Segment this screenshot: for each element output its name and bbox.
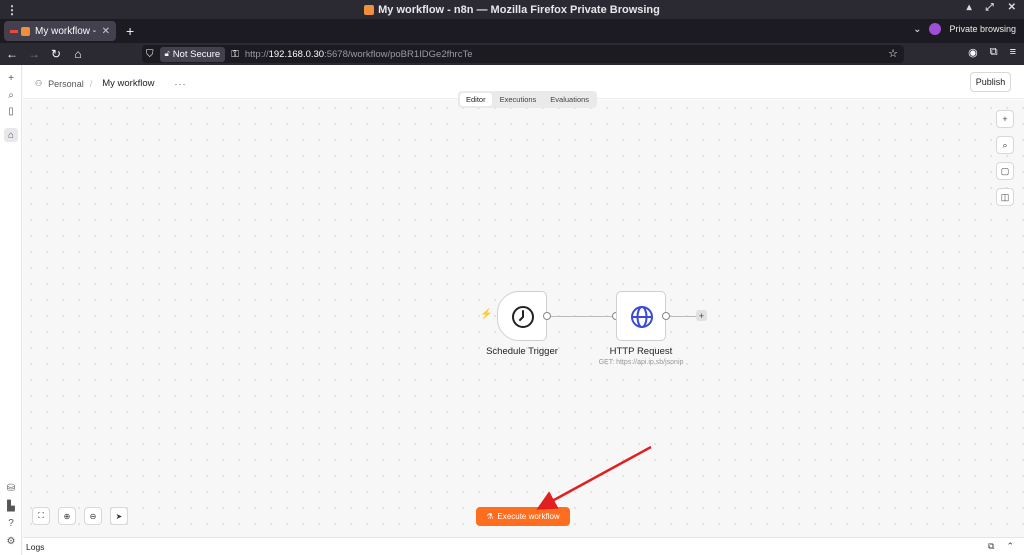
- home-overview-icon[interactable]: ⌂: [4, 128, 18, 142]
- workflow-canvas[interactable]: + ⌕ ▢ ◫ ⚡ + Schedule Trigger HTTP Reques…: [23, 100, 1024, 537]
- extension-icon[interactable]: ◉: [968, 46, 978, 59]
- maximize-icon[interactable]: ⤢: [986, 2, 994, 13]
- logs-actions: ⧉ ⌃: [988, 541, 1014, 552]
- window-title-wrap: My workflow - n8n — Mozilla Firefox Priv…: [364, 4, 660, 16]
- tab-executions[interactable]: Executions: [494, 93, 543, 106]
- not-secure-label: Not Secure: [172, 48, 221, 60]
- workflow-name[interactable]: My workflow: [102, 78, 154, 89]
- n8n-favicon-icon: [364, 4, 375, 15]
- app-menu-icon[interactable]: ≡: [1010, 46, 1016, 59]
- view-tabs: Editor Executions Evaluations: [458, 91, 598, 108]
- breadcrumb-separator: /: [89, 78, 93, 89]
- tabstrip-right: ⌄ Private browsing: [913, 23, 1016, 35]
- tab-evaluations[interactable]: Evaluations: [544, 93, 595, 106]
- expand-chevron-icon[interactable]: ⌃: [1006, 541, 1014, 552]
- publish-button[interactable]: Publish: [970, 72, 1011, 92]
- window-controls: ▴ ⤢ ✕: [967, 2, 1016, 13]
- templates-icon[interactable]: ⛁: [4, 481, 18, 495]
- back-icon[interactable]: ←: [2, 47, 22, 61]
- settings-gear-icon[interactable]: ⚙: [4, 534, 18, 548]
- n8n-app: + ⌕ ▯ ⌂ ⛁ ▙ ? ⚙ ⚇ Personal / My workflow…: [0, 65, 1024, 555]
- add-icon[interactable]: +: [4, 71, 18, 85]
- new-tab-icon[interactable]: +: [126, 23, 134, 39]
- breadcrumb-project[interactable]: Personal: [48, 79, 84, 89]
- tab-favicon-icon: [21, 26, 30, 36]
- window-title: My workflow - n8n — Mozilla Firefox Priv…: [378, 3, 660, 16]
- insights-chart-icon[interactable]: ▙: [4, 499, 18, 513]
- tab-audio-indicator-icon: [10, 29, 18, 33]
- tab-title: My workflow - n8n: [35, 25, 97, 37]
- popout-icon[interactable]: ⧉: [988, 541, 994, 552]
- private-browsing-label: Private browsing: [949, 24, 1016, 34]
- reload-icon[interactable]: ↻: [46, 47, 66, 61]
- minimize-icon[interactable]: ▴: [967, 2, 972, 13]
- list-all-tabs-icon[interactable]: ⌄: [913, 24, 921, 35]
- help-icon[interactable]: ?: [4, 516, 18, 530]
- tab-strip: My workflow - n8n ✕ + ⌄ Private browsing: [0, 19, 1024, 43]
- private-browsing-icon: [929, 23, 942, 35]
- more-options-icon[interactable]: ···: [174, 79, 186, 89]
- logs-label: Logs: [26, 541, 45, 552]
- permissions-key-icon[interactable]: ⚿: [231, 49, 239, 60]
- window-titlebar: ⋮ My workflow - n8n — Mozilla Firefox Pr…: [0, 0, 1024, 19]
- toolbar-right: ◉ ⧉ ≡: [968, 46, 1016, 59]
- search-icon[interactable]: ⌕: [4, 88, 18, 102]
- window-menu-icon[interactable]: ⋮: [6, 3, 18, 17]
- forward-icon[interactable]: →: [24, 47, 44, 61]
- broken-lock-icon: 🔓︎: [164, 49, 170, 58]
- navigation-bar: ← → ↻ ⌂ ⛉ 🔓︎ Not Secure ⚿ http://192.168…: [0, 43, 1024, 65]
- url-path: :5678/workflow/poBR1IDGe2fhrcTe: [324, 48, 473, 60]
- home-icon[interactable]: ⌂: [68, 47, 88, 61]
- url-bar[interactable]: ⛉ 🔓︎ Not Secure ⚿ http://192.168.0.30:56…: [142, 45, 904, 63]
- left-sidebar: + ⌕ ▯ ⌂ ⛁ ▙ ? ⚙: [0, 65, 22, 555]
- tab-editor[interactable]: Editor: [460, 93, 492, 106]
- user-icon: ⚇: [35, 79, 43, 88]
- sidebar-toggle-icon[interactable]: ▯: [4, 104, 18, 118]
- url-host: 192.168.0.30: [268, 48, 325, 60]
- breadcrumb: ⚇ Personal / My workflow ···: [35, 78, 186, 89]
- annotation-arrow: [536, 445, 652, 510]
- extensions-puzzle-icon[interactable]: ⧉: [990, 46, 998, 59]
- close-window-icon[interactable]: ✕: [1008, 2, 1016, 13]
- browser-tab[interactable]: My workflow - n8n ✕: [4, 21, 116, 41]
- url-scheme: http://: [244, 48, 269, 60]
- logs-bar[interactable]: Logs ⧉ ⌃: [23, 537, 1024, 555]
- url-text[interactable]: http://192.168.0.30:5678/workflow/poBR1I…: [245, 49, 473, 60]
- not-secure-badge[interactable]: 🔓︎ Not Secure: [159, 46, 226, 62]
- shield-icon[interactable]: ⛉: [146, 49, 154, 60]
- bookmark-star-icon[interactable]: ☆: [888, 47, 898, 60]
- tab-close-icon[interactable]: ✕: [102, 26, 110, 37]
